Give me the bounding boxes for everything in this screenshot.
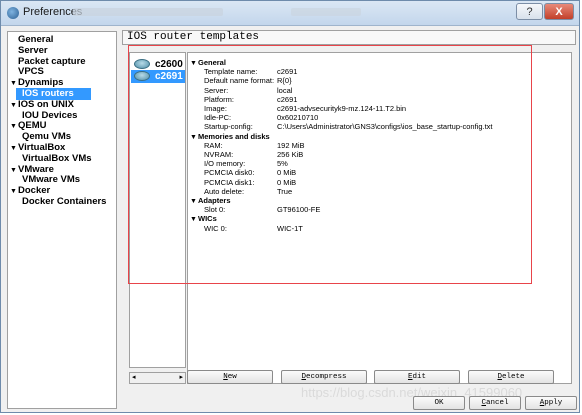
property-value: C:\Users\Administrator\GNS3\configs\ios_… <box>277 122 493 132</box>
property-key: Template name: <box>204 67 258 77</box>
scroll-left-icon[interactable]: ◂ <box>132 373 136 383</box>
sidebar-item-label: Dynamips <box>18 77 64 89</box>
apply-button[interactable]: Apply <box>525 396 577 410</box>
property-key: Server: <box>204 85 229 95</box>
section-general[interactable]: ▼General <box>190 58 226 67</box>
property-value: 0x60210710 <box>277 113 319 123</box>
property-key: PCMCIA disk0: <box>204 168 255 178</box>
section-title: Memories and disks <box>198 131 270 141</box>
section-wics[interactable]: ▼WICs <box>190 214 217 223</box>
property-key: I/O memory: <box>204 159 246 169</box>
template-list: c2600 c2691 <box>129 52 186 368</box>
sidebar-item-label: IOS routers <box>22 88 74 99</box>
sidebar-item-label: VirtualBox <box>18 142 66 153</box>
property-key: Image: <box>204 104 227 113</box>
preferences-window: Preferences ? X General Server Packet capt… <box>0 0 580 413</box>
blurred-menu-region <box>73 8 223 16</box>
property-value: 192 MiB <box>277 140 305 150</box>
property-value: True <box>277 186 293 196</box>
collapse-arrow-icon[interactable]: ▼ <box>190 60 198 67</box>
close-button[interactable]: X <box>544 3 574 20</box>
blurred-title-region <box>291 8 361 16</box>
property-value: R{0} <box>277 76 292 86</box>
router-icon <box>134 71 150 81</box>
property-value: 0 MiB <box>277 168 297 178</box>
sidebar-item-label: VPCS <box>18 66 44 78</box>
help-button[interactable]: ? <box>516 3 543 20</box>
new-button[interactable]: New <box>187 370 273 384</box>
sidebar-item-label: Docker <box>18 185 51 197</box>
section-title: WICs <box>198 214 217 224</box>
section-memories-and-disks[interactable]: ▼Memories and disks <box>190 132 270 141</box>
router-icon <box>134 59 150 69</box>
property-value: 5% <box>277 159 288 169</box>
template-details-panel: ▼General Template name: c2691 Default name … <box>187 52 572 384</box>
property-key: WIC 0: <box>204 223 227 233</box>
collapse-arrow-icon[interactable]: ▼ <box>190 134 198 141</box>
section-title: Adapters <box>198 196 231 205</box>
property-key: NVRAM: <box>204 150 234 159</box>
preferences-sidebar: General Server Packet capture VPCS ▼Dynamips… <box>7 31 117 409</box>
section-adapters[interactable]: ▼Adapters <box>190 196 231 205</box>
property-key: RAM: <box>204 140 223 150</box>
sidebar-item-label: Server <box>18 44 48 56</box>
property-value: local <box>277 85 293 95</box>
property-key: Auto delete: <box>204 186 245 196</box>
sidebar-item-label: IOS on UNIX <box>18 98 74 110</box>
property-key: Slot 0: <box>204 205 226 215</box>
delete-button[interactable]: Delete <box>468 370 554 384</box>
section-title: General <box>198 58 226 67</box>
sidebar-item-label: VMware VMs <box>22 174 81 186</box>
property-value: GT96100-FE <box>277 205 321 215</box>
ok-button[interactable]: OK <box>413 396 465 410</box>
property-value: c2691 <box>277 67 298 77</box>
sidebar-item-label: VirtualBox VMs <box>22 152 92 164</box>
template-item-c2691[interactable]: c2691 <box>131 70 185 83</box>
property-key: Platform: <box>204 94 235 104</box>
property-value: 0 MiB <box>277 177 297 187</box>
template-item-label: c2691 <box>155 71 183 82</box>
property-key: PCMCIA disk1: <box>204 177 255 187</box>
property-key: Idle-PC: <box>204 113 232 123</box>
sidebar-item-label: Qemu VMs <box>22 131 72 143</box>
sidebar-item-label: General <box>18 34 54 45</box>
sidebar-item-label: Docker Containers <box>22 196 107 207</box>
property-value: 256 KiB <box>277 150 304 159</box>
sidebar-item-docker-containers[interactable]: Docker Containers <box>8 196 130 208</box>
sidebar-item-label: IOU Devices <box>22 109 78 121</box>
collapse-arrow-icon[interactable]: ▼ <box>190 216 198 223</box>
template-list-scrollbar[interactable]: ◂ ▸ <box>129 372 186 384</box>
collapse-arrow-icon[interactable]: ▼ <box>190 198 198 205</box>
property-key: Startup-config: <box>204 122 253 132</box>
sidebar-item-label: QEMU <box>18 120 47 132</box>
property-value: c2691-advsecurityk9-mz.124-11.T2.bin <box>277 104 407 113</box>
sidebar-item-label: VMware <box>18 163 54 175</box>
title-bar[interactable]: Preferences ? X <box>1 1 579 26</box>
cancel-button[interactable]: Cancel <box>469 396 521 410</box>
property-key: Default name format: <box>204 76 275 86</box>
gns3-app-icon <box>7 7 19 19</box>
decompress-button[interactable]: Decompress <box>281 370 367 384</box>
property-value: c2691 <box>277 94 298 104</box>
scroll-right-icon[interactable]: ▸ <box>179 373 183 383</box>
panel-title: IOS router templates <box>122 30 576 45</box>
property-value: WIC-1T <box>277 223 303 233</box>
edit-button[interactable]: Edit <box>374 370 460 384</box>
sidebar-item-label: Packet capture <box>18 55 86 67</box>
